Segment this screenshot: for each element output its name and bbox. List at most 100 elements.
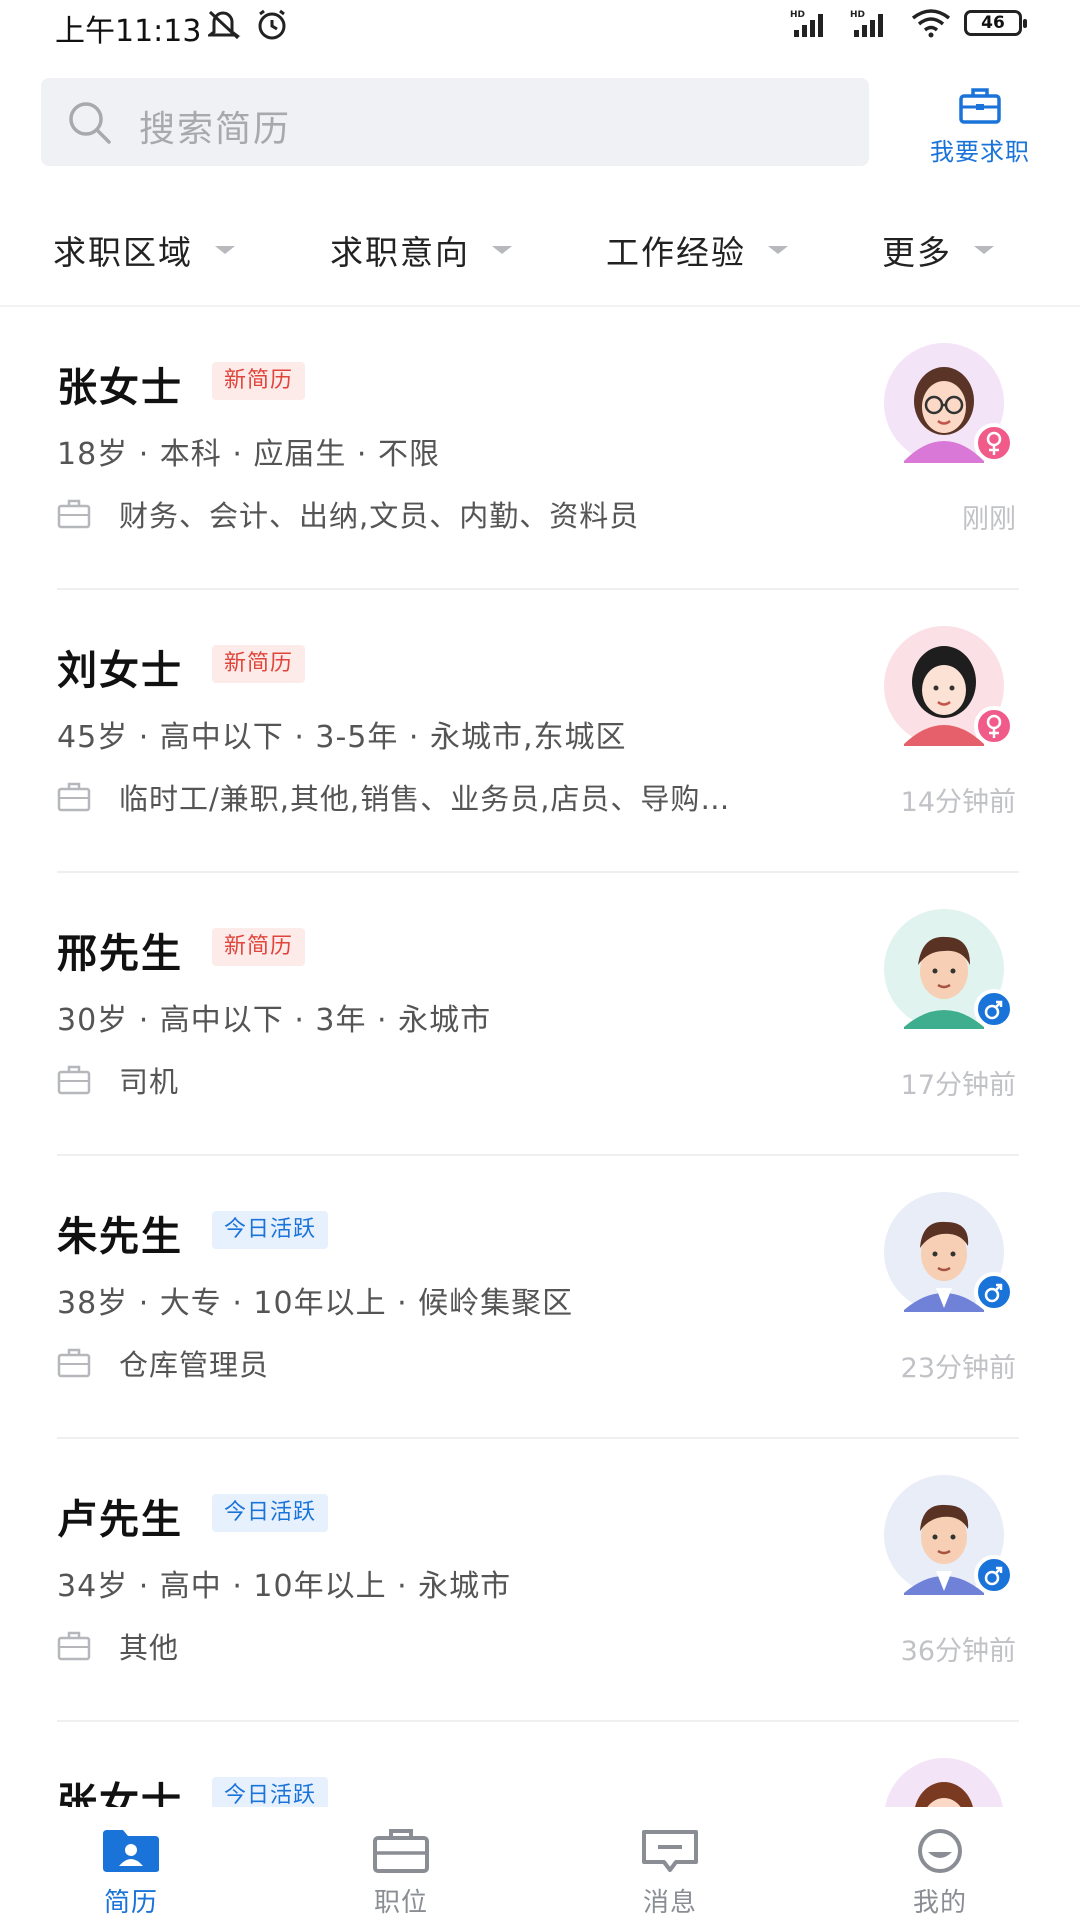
bottom-tab-bar: 简历 职位 消息 我的 (0, 1808, 1080, 1920)
candidate-name: 邢先生 (57, 931, 183, 977)
filter-label: 求职意向 (330, 233, 470, 272)
updated-time: 23分钟前 (900, 1353, 1016, 1384)
message-icon (642, 1830, 698, 1872)
filter-label: 更多 (882, 233, 952, 272)
tab-resume[interactable]: 简历 (31, 1828, 231, 1919)
tab-messages[interactable]: 消息 (570, 1828, 770, 1919)
candidate-meta: 18岁 · 本科 · 应届生 · 不限 (57, 437, 440, 472)
search-placeholder: 搜索简历 (139, 109, 292, 150)
new-resume-badge: 新简历 (212, 362, 306, 400)
filter-label: 求职区域 (53, 233, 193, 272)
briefcase-icon (373, 1829, 429, 1873)
job-intent: 仓库管理员 (57, 1343, 857, 1383)
briefcase-icon (57, 782, 91, 812)
job-intent: 司机 (57, 1060, 857, 1100)
job-intent-text: 临时工/兼职,其他,销售、业务员,店员、导购… (119, 782, 731, 816)
candidate-name: 刘女士 (57, 648, 183, 694)
job-intent: 财务、会计、出纳,文员、内勤、资料员 (57, 494, 857, 534)
avatar[interactable] (872, 909, 1016, 1033)
tab-jobs[interactable]: 职位 (301, 1828, 501, 1919)
filter-more[interactable]: 更多 (882, 226, 994, 274)
briefcase-icon (57, 1348, 91, 1378)
briefcase-icon (57, 499, 91, 529)
signal-hd-icon: HD (790, 10, 823, 37)
candidate-name: 张女士 (57, 365, 183, 411)
job-intent-text: 财务、会计、出纳,文员、内勤、资料员 (119, 499, 640, 533)
avatar[interactable] (872, 343, 1016, 467)
candidate-name: 卢先生 (57, 1497, 183, 1543)
wifi-icon (911, 9, 951, 38)
filter-label: 工作经验 (606, 233, 746, 272)
tab-label: 简历 (103, 1888, 158, 1918)
female-icon (974, 706, 1014, 746)
tab-profile[interactable]: 我的 (840, 1828, 1040, 1919)
job-intent-text: 其他 (119, 1631, 180, 1665)
profile-icon (918, 1829, 962, 1873)
active-today-badge: 今日活跃 (212, 1494, 329, 1532)
caret-down-icon (768, 246, 788, 254)
job-intent: 临时工/兼职,其他,销售、业务员,店员、导购… (57, 777, 857, 817)
filter-intent[interactable]: 求职意向 (330, 226, 512, 274)
candidate-name: 朱先生 (57, 1214, 183, 1260)
candidate-meta: 45岁 · 高中以下 · 3-5年 · 永城市,东城区 (57, 720, 627, 755)
female-icon (974, 423, 1014, 463)
active-today-badge: 今日活跃 (212, 1211, 329, 1249)
status-right-icons: HD HD 46 (790, 8, 1027, 38)
updated-time: 14分钟前 (900, 787, 1016, 818)
resume-card[interactable]: 邢先生 新简历 30岁 · 高中以下 · 3年 · 永城市 司机 17分钟前 (0, 873, 1080, 1156)
alarm-icon (258, 9, 286, 40)
tab-label: 消息 (642, 1888, 697, 1918)
updated-time: 刚刚 (962, 504, 1016, 535)
male-icon (974, 989, 1014, 1029)
job-intent: 其他 (57, 1626, 857, 1666)
mute-alarm-icons (205, 9, 286, 40)
job-intent-text: 仓库管理员 (119, 1348, 270, 1382)
caret-down-icon (974, 246, 994, 254)
caret-down-icon (215, 246, 235, 254)
signal-hd-icon: HD (850, 10, 883, 37)
candidate-meta: 38岁 · 大专 · 10年以上 · 候岭集聚区 (57, 1286, 574, 1321)
resume-card[interactable]: 张女士 新简历 18岁 · 本科 · 应届生 · 不限 财务、会计、出纳,文员、… (0, 307, 1080, 590)
resume-list[interactable]: 张女士 新简历 18岁 · 本科 · 应届生 · 不限 财务、会计、出纳,文员、… (0, 307, 1080, 1807)
male-icon (974, 1272, 1014, 1312)
search-input[interactable]: 搜索简历 (41, 78, 869, 166)
filter-bar: 求职区域 求职意向 工作经验 更多 (0, 212, 1080, 292)
tab-label: 我的 (912, 1888, 967, 1918)
filter-region[interactable]: 求职区域 (53, 226, 235, 274)
avatar[interactable] (872, 1758, 1016, 1807)
active-today-badge: 今日活跃 (212, 1777, 329, 1807)
new-resume-badge: 新简历 (212, 928, 306, 966)
resume-card[interactable]: 朱先生 今日活跃 38岁 · 大专 · 10年以上 · 候岭集聚区 仓库管理员 … (0, 1156, 1080, 1439)
tab-label: 职位 (373, 1888, 428, 1918)
male-icon (974, 1555, 1014, 1595)
job-intent-text: 司机 (119, 1065, 180, 1099)
resume-icon (103, 1830, 159, 1872)
new-resume-badge: 新简历 (212, 645, 306, 683)
svg-text:HD: HD (850, 10, 865, 20)
search-icon (67, 100, 113, 150)
briefcase-icon (57, 1631, 91, 1661)
candidate-meta: 34岁 · 高中 · 10年以上 · 永城市 (57, 1569, 512, 1604)
resume-card[interactable]: 张女士 今日活跃 (0, 1722, 1080, 1807)
mute-icon (205, 10, 241, 40)
battery-icon: 46 (964, 10, 1027, 36)
status-bar: 上午11:13 HD HD 46 (0, 0, 1080, 50)
avatar[interactable] (872, 1475, 1016, 1599)
job-seek-button[interactable]: 我要求职 (900, 82, 1060, 170)
status-left-icons (205, 8, 298, 46)
caret-down-icon (492, 246, 512, 254)
avatar[interactable] (872, 626, 1016, 750)
updated-time: 36分钟前 (900, 1636, 1016, 1667)
updated-time: 17分钟前 (900, 1070, 1016, 1101)
candidate-name: 张女士 (57, 1780, 183, 1807)
svg-text:HD: HD (790, 10, 805, 20)
resume-card[interactable]: 刘女士 新简历 45岁 · 高中以下 · 3-5年 · 永城市,东城区 临时工/… (0, 590, 1080, 873)
status-time: 上午11:13 (55, 14, 202, 49)
briefcase-icon (959, 88, 1001, 124)
resume-card[interactable]: 卢先生 今日活跃 34岁 · 高中 · 10年以上 · 永城市 其他 36分钟前 (0, 1439, 1080, 1722)
avatar[interactable] (872, 1192, 1016, 1316)
filter-experience[interactable]: 工作经验 (606, 226, 788, 274)
job-seek-label: 我要求职 (930, 138, 1030, 166)
candidate-meta: 30岁 · 高中以下 · 3年 · 永城市 (57, 1003, 492, 1038)
briefcase-icon (57, 1065, 91, 1095)
